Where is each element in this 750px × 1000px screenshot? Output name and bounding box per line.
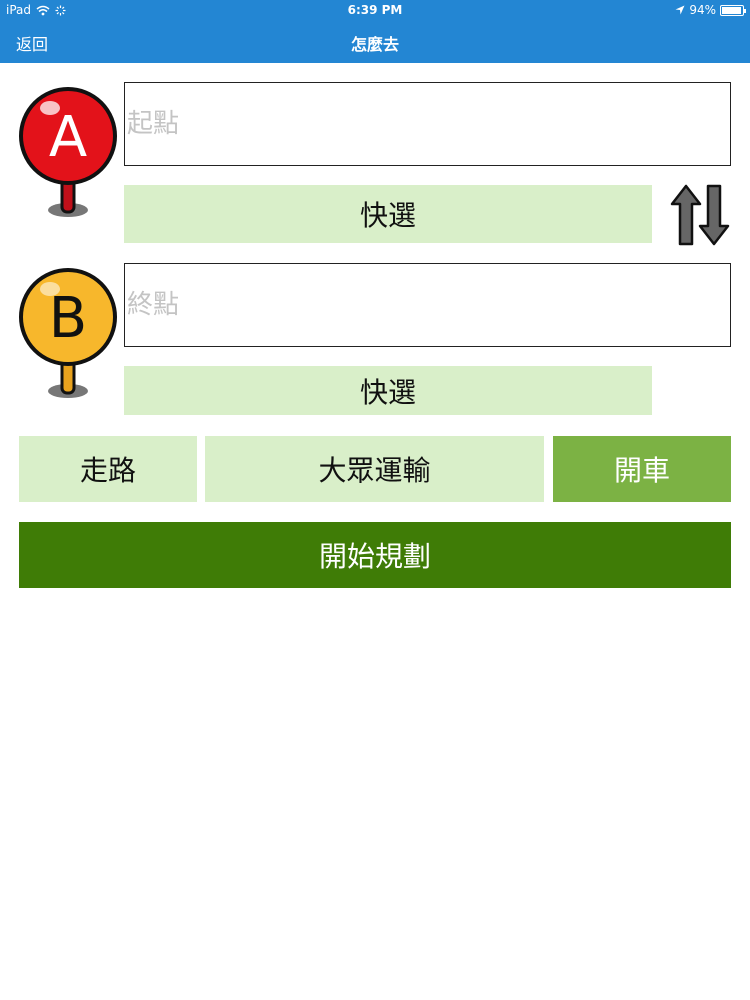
page-title: 怎麼去	[350, 35, 399, 54]
nav-bar: 返回 怎麼去	[0, 20, 750, 63]
destination-field[interactable]	[124, 263, 731, 347]
swap-arrows-icon[interactable]	[668, 184, 732, 246]
start-planning-button[interactable]: 開始規劃	[19, 522, 731, 588]
destination-pin-letter: B	[49, 286, 87, 351]
mode-drive-button[interactable]: 開車	[553, 436, 731, 502]
origin-field[interactable]	[124, 82, 731, 166]
destination-quick-select-button[interactable]: 快選	[124, 366, 652, 415]
destination-input[interactable]	[125, 264, 730, 346]
mode-transit-button[interactable]: 大眾運輸	[205, 436, 544, 502]
battery-percent: 94%	[689, 3, 716, 17]
app-header: iPad 6:39 PM 94% 返回 怎麼去	[0, 0, 750, 63]
destination-pin-icon: B	[19, 268, 117, 398]
location-arrow-icon	[675, 5, 685, 15]
origin-pin-letter: A	[49, 105, 87, 170]
status-right: 94%	[675, 3, 746, 17]
origin-pin-icon: A	[19, 87, 117, 217]
status-time: 6:39 PM	[347, 3, 403, 17]
origin-input[interactable]	[125, 83, 730, 165]
battery-icon	[720, 4, 746, 16]
status-bar: iPad 6:39 PM 94%	[0, 0, 750, 20]
origin-quick-select-button[interactable]: 快選	[124, 185, 652, 243]
mode-walk-button[interactable]: 走路	[19, 436, 197, 502]
